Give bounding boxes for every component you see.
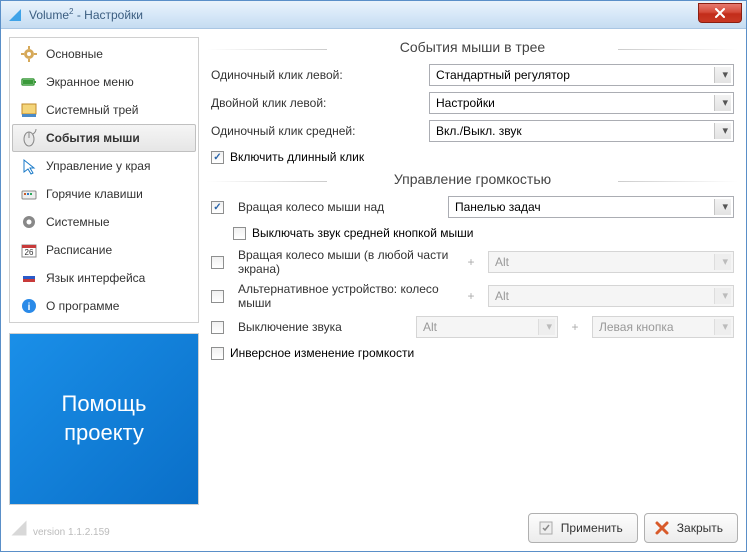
mute-middle-checkbox[interactable] (233, 227, 246, 240)
sidebar-item-general[interactable]: Основные (12, 40, 196, 68)
close-button[interactable]: Закрыть (644, 513, 738, 543)
inverse-label: Инверсное изменение громкости (230, 346, 414, 360)
nav-label: Язык интерфейса (46, 271, 145, 285)
svg-text:26: 26 (25, 248, 34, 257)
nav-label: Системный трей (46, 103, 139, 117)
flag-icon (20, 269, 38, 287)
version-area: version 1.1.2.159 (9, 518, 110, 538)
window-body: Основные Экранное меню Системный трей Со… (1, 29, 746, 551)
sidebar-item-tray[interactable]: Системный трей (12, 96, 196, 124)
app-icon (7, 7, 23, 23)
nav-label: Системные (46, 215, 110, 229)
sidebar-item-about[interactable]: i О программе (12, 292, 196, 320)
content-pane: События мыши в трее Одиночный клик левой… (207, 37, 738, 505)
single-middle-label: Одиночный клик средней: (211, 124, 421, 138)
cursor-icon (20, 157, 38, 175)
footer: version 1.1.2.159 Применить Закрыть (9, 505, 738, 543)
section-tray-events-title: События мыши в трее (207, 37, 738, 61)
battery-icon (20, 73, 38, 91)
nav-label: Горячие клавиши (46, 187, 143, 201)
double-left-label: Двойной клик левой: (211, 96, 421, 110)
mouse-icon (20, 129, 38, 147)
apply-icon (537, 519, 555, 537)
nav-label: Экранное меню (46, 75, 134, 89)
close-icon (653, 519, 671, 537)
sidebar: Основные Экранное меню Системный трей Со… (9, 37, 199, 505)
sidebar-item-edge[interactable]: Управление у края (12, 152, 196, 180)
section-volume-title: Управление громкостью (207, 169, 738, 193)
app-icon-small (9, 518, 29, 538)
nav-label: События мыши (46, 131, 140, 145)
svg-text:i: i (28, 302, 31, 313)
long-click-checkbox[interactable] (211, 151, 224, 164)
calendar-icon: 26 (20, 241, 38, 259)
nav-list: Основные Экранное меню Системный трей Со… (9, 37, 199, 323)
wheel-over-label: Вращая колесо мыши над (238, 200, 440, 214)
long-click-label: Включить длинный клик (230, 150, 364, 164)
sidebar-item-mouse-events[interactable]: События мыши (12, 124, 196, 152)
mute-middle-label: Выключать звук средней кнопкой мыши (252, 226, 473, 240)
plus-icon: + (462, 289, 480, 303)
mute-toggle-label: Выключение звука (238, 320, 408, 334)
single-left-label: Одиночный клик левой: (211, 68, 421, 82)
sidebar-item-osd[interactable]: Экранное меню (12, 68, 196, 96)
wheel-over-select[interactable]: Панелью задач (448, 196, 734, 218)
inverse-checkbox[interactable] (211, 347, 224, 360)
tray-icon (20, 101, 38, 119)
keyboard-icon (20, 185, 38, 203)
nav-label: Управление у края (46, 159, 150, 173)
single-left-select[interactable]: Стандартный регулятор (429, 64, 734, 86)
gear-icon (20, 45, 38, 63)
double-left-select[interactable]: Настройки (429, 92, 734, 114)
apply-button[interactable]: Применить (528, 513, 638, 543)
wheel-anywhere-label: Вращая колесо мыши (в любой части экрана… (238, 248, 454, 276)
help-project-banner[interactable]: Помощь проекту (9, 333, 199, 505)
single-middle-select[interactable]: Вкл./Выкл. звук (429, 120, 734, 142)
wheel-anywhere-checkbox[interactable] (211, 256, 224, 269)
wheel-over-checkbox[interactable] (211, 201, 224, 214)
cog-icon (20, 213, 38, 231)
mute-toggle-mod1: Alt (416, 316, 558, 338)
wheel-anywhere-mod: Alt (488, 251, 734, 273)
alt-device-mod: Alt (488, 285, 734, 307)
sidebar-item-schedule[interactable]: 26 Расписание (12, 236, 196, 264)
alt-device-label: Альтернативное устройство: колесо мыши (238, 282, 454, 310)
nav-label: Расписание (46, 243, 112, 257)
sidebar-item-language[interactable]: Язык интерфейса (12, 264, 196, 292)
mute-toggle-mod2: Левая кнопка (592, 316, 734, 338)
settings-window: Volume2 - Настройки Основные Экранное ме… (0, 0, 747, 552)
nav-label: О программе (46, 299, 119, 313)
plus-icon: + (566, 320, 584, 334)
alt-device-checkbox[interactable] (211, 290, 224, 303)
window-title: Volume2 - Настройки (29, 7, 143, 22)
mute-toggle-checkbox[interactable] (211, 321, 224, 334)
plus-icon: + (462, 255, 480, 269)
nav-label: Основные (46, 47, 103, 61)
sidebar-item-hotkeys[interactable]: Горячие клавиши (12, 180, 196, 208)
sidebar-item-system[interactable]: Системные (12, 208, 196, 236)
window-close-button[interactable] (698, 3, 742, 23)
titlebar[interactable]: Volume2 - Настройки (1, 1, 746, 29)
info-icon: i (20, 297, 38, 315)
